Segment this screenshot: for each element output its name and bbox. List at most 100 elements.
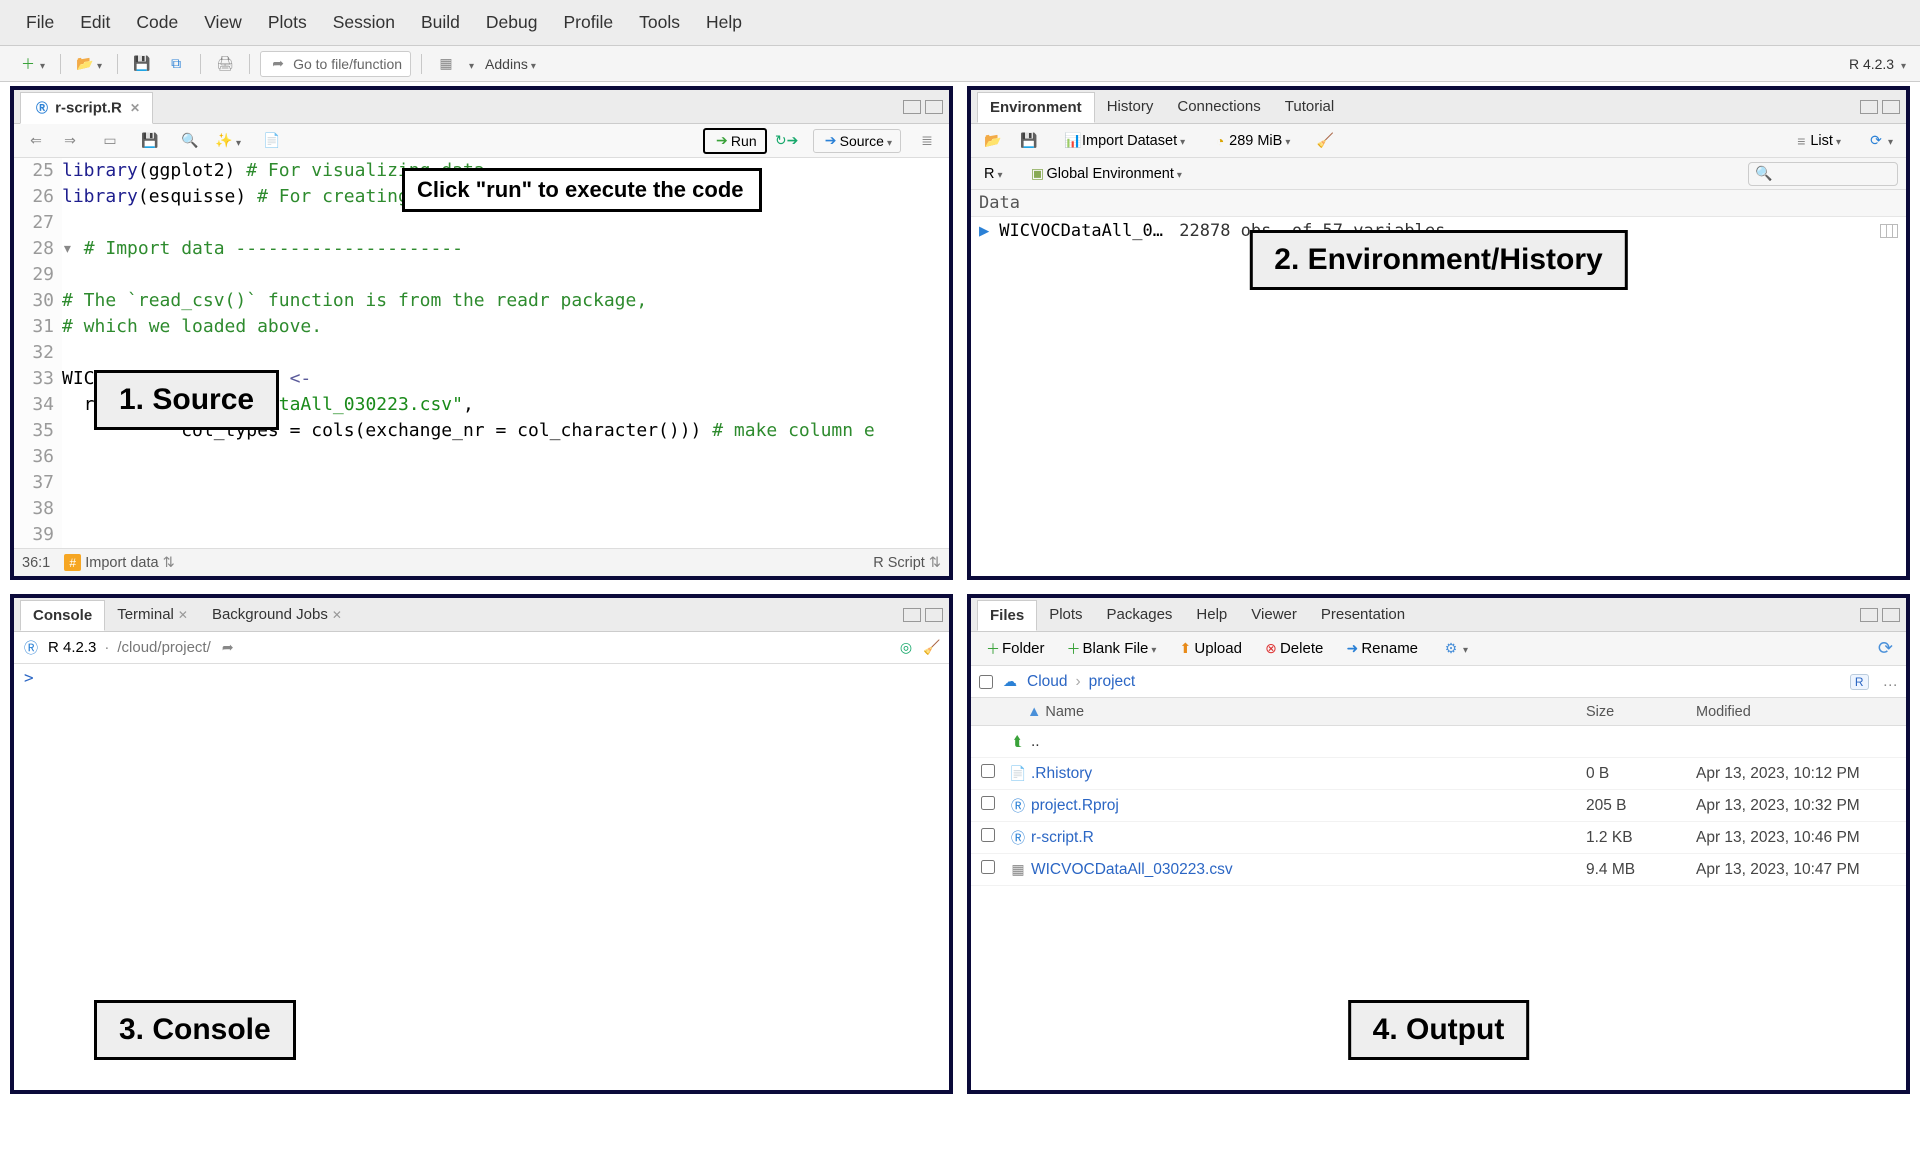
tab-terminal[interactable]: Terminal✕ <box>105 600 200 629</box>
tab-environment[interactable]: Environment <box>977 92 1095 123</box>
code-line[interactable]: # which we loaded above. <box>62 314 949 340</box>
file-checkbox[interactable] <box>981 828 995 842</box>
clear-workspace-button[interactable]: 🧹 <box>1311 130 1339 152</box>
menu-view[interactable]: View <box>204 12 242 33</box>
tab-help[interactable]: Help <box>1184 600 1239 629</box>
forward-button[interactable]: ⇒ <box>56 130 84 152</box>
col-name-header[interactable]: Name <box>1045 704 1084 720</box>
crumb-project[interactable]: project <box>1089 673 1136 691</box>
load-workspace-button[interactable]: 📂 <box>979 130 1007 152</box>
tab-history[interactable]: History <box>1095 92 1166 121</box>
refresh-env-button[interactable]: ⟳ <box>1862 130 1898 152</box>
menu-help[interactable]: Help <box>706 12 742 33</box>
find-button[interactable]: 🔍 <box>176 130 204 152</box>
file-row[interactable]: 📄.Rhistory0 BApr 13, 2023, 10:12 PM <box>971 758 1906 790</box>
goto-wd-icon[interactable]: ➦ <box>219 639 237 657</box>
close-tab-icon[interactable]: ✕ <box>130 101 140 115</box>
env-search-input[interactable]: 🔍 <box>1748 162 1898 186</box>
code-line[interactable]: # The `read_csv()` function is from the … <box>62 288 949 314</box>
save-workspace-button[interactable]: 💾 <box>1015 130 1043 152</box>
close-tab-icon[interactable]: ✕ <box>178 608 188 622</box>
back-button[interactable]: ⇐ <box>22 130 50 152</box>
import-dataset-button[interactable]: 📊 Import Dataset <box>1059 130 1190 152</box>
pane-window-controls[interactable] <box>903 608 943 622</box>
grid-panes-button[interactable]: ▦ <box>432 53 460 75</box>
tab-console[interactable]: Console <box>20 600 105 631</box>
goto-file-input[interactable]: ➦ Go to file/function <box>260 51 411 77</box>
addins-button[interactable]: Addins <box>480 54 541 74</box>
run-button[interactable]: ➔ Run <box>703 128 767 154</box>
code-line[interactable] <box>62 496 949 522</box>
new-blank-file-button[interactable]: ＋Blank File <box>1060 638 1162 660</box>
new-folder-button[interactable]: ＋Folder <box>979 638 1050 660</box>
sort-asc-icon[interactable]: ▲ <box>1027 704 1041 720</box>
menu-code[interactable]: Code <box>136 12 178 33</box>
compile-report-button[interactable]: 📄 <box>258 130 286 152</box>
show-in-new-window-button[interactable]: ▭ <box>96 130 124 152</box>
col-modified-header[interactable]: Modified <box>1696 704 1906 720</box>
menu-plots[interactable]: Plots <box>268 12 307 33</box>
file-row[interactable]: ▦WICVOCDataAll_030223.csv9.4 MBApr 13, 2… <box>971 854 1906 886</box>
code-line[interactable] <box>62 340 949 366</box>
rerun-button[interactable]: ↻➔ <box>773 130 801 152</box>
file-row[interactable]: Ⓡr-script.R1.2 KBApr 13, 2023, 10:46 PM <box>971 822 1906 854</box>
more-button[interactable]: ⚙ <box>1437 638 1473 660</box>
rename-button[interactable]: ➜Rename <box>1338 638 1423 660</box>
outline-button[interactable]: ≣ <box>913 130 941 152</box>
code-line[interactable] <box>62 262 949 288</box>
menu-tools[interactable]: Tools <box>639 12 680 33</box>
file-row[interactable]: Ⓡproject.Rproj205 BApr 13, 2023, 10:32 P… <box>971 790 1906 822</box>
view-mode-selector[interactable]: ≡ List <box>1787 130 1846 152</box>
print-button[interactable]: 🖨 <box>211 53 239 75</box>
pane-window-controls[interactable] <box>1860 608 1900 622</box>
file-name[interactable]: WICVOCDataAll_030223.csv <box>1031 861 1586 879</box>
save-script-button[interactable]: 💾 <box>136 130 164 152</box>
wand-button[interactable]: ✨ <box>210 130 246 152</box>
code-line[interactable] <box>62 470 949 496</box>
console-working-dir[interactable]: /cloud/project/ <box>117 639 210 656</box>
save-all-button[interactable]: ⧉ <box>162 53 190 75</box>
file-name[interactable]: project.Rproj <box>1031 797 1586 815</box>
tab-viewer[interactable]: Viewer <box>1239 600 1309 629</box>
open-project-button[interactable]: 📂 <box>71 53 107 75</box>
code-editor[interactable]: 25library(ggplot2) # For visualizing dat… <box>14 158 949 548</box>
delete-button[interactable]: ⊗Delete <box>1257 638 1328 660</box>
more-path-icon[interactable]: … <box>1883 673 1899 691</box>
lang-selector[interactable]: R <box>979 164 1008 184</box>
col-size-header[interactable]: Size <box>1586 704 1696 720</box>
upload-button[interactable]: ⬆Upload <box>1171 638 1247 660</box>
code-line[interactable] <box>62 444 949 470</box>
rproj-badge-icon[interactable]: R <box>1850 674 1869 690</box>
menu-session[interactable]: Session <box>333 12 395 33</box>
tab-plots[interactable]: Plots <box>1037 600 1094 629</box>
file-name[interactable]: r-script.R <box>1031 829 1586 847</box>
close-tab-icon[interactable]: ✕ <box>332 608 342 622</box>
tab-packages[interactable]: Packages <box>1095 600 1185 629</box>
view-data-icon[interactable] <box>1880 224 1898 238</box>
memory-indicator[interactable]: ◔ 289 MiB <box>1206 130 1295 152</box>
tab-presentation[interactable]: Presentation <box>1309 600 1417 629</box>
r-version-selector[interactable]: R 4.2.3 <box>1849 56 1906 72</box>
source-file-tab[interactable]: Ⓡ r-script.R ✕ <box>20 92 153 124</box>
pane-window-controls[interactable] <box>903 100 943 114</box>
menu-edit[interactable]: Edit <box>80 12 110 33</box>
menu-profile[interactable]: Profile <box>564 12 614 33</box>
code-line[interactable]: ▾ # Import data --------------------- <box>62 236 949 262</box>
refresh-files-button[interactable]: ⟳ <box>1873 636 1898 661</box>
section-updown-icon[interactable]: ⇅ <box>163 555 175 571</box>
crumb-cloud[interactable]: Cloud <box>1027 673 1068 691</box>
source-button[interactable]: ➔ Source <box>813 129 901 153</box>
file-checkbox[interactable] <box>981 796 995 810</box>
code-line[interactable] <box>62 522 949 548</box>
tab-tutorial[interactable]: Tutorial <box>1273 92 1346 121</box>
files-up-row[interactable]: ⮬ .. <box>971 726 1906 758</box>
menu-file[interactable]: File <box>26 12 54 33</box>
section-name[interactable]: Import data <box>85 555 158 571</box>
expand-icon[interactable]: ▶ <box>979 221 989 241</box>
file-checkbox[interactable] <box>981 764 995 778</box>
code-line[interactable] <box>62 210 949 236</box>
select-all-checkbox[interactable] <box>979 675 993 689</box>
file-checkbox[interactable] <box>981 860 995 874</box>
clear-console-button[interactable]: 🧹 <box>923 639 941 657</box>
grid-panes-caret[interactable] <box>466 56 474 72</box>
